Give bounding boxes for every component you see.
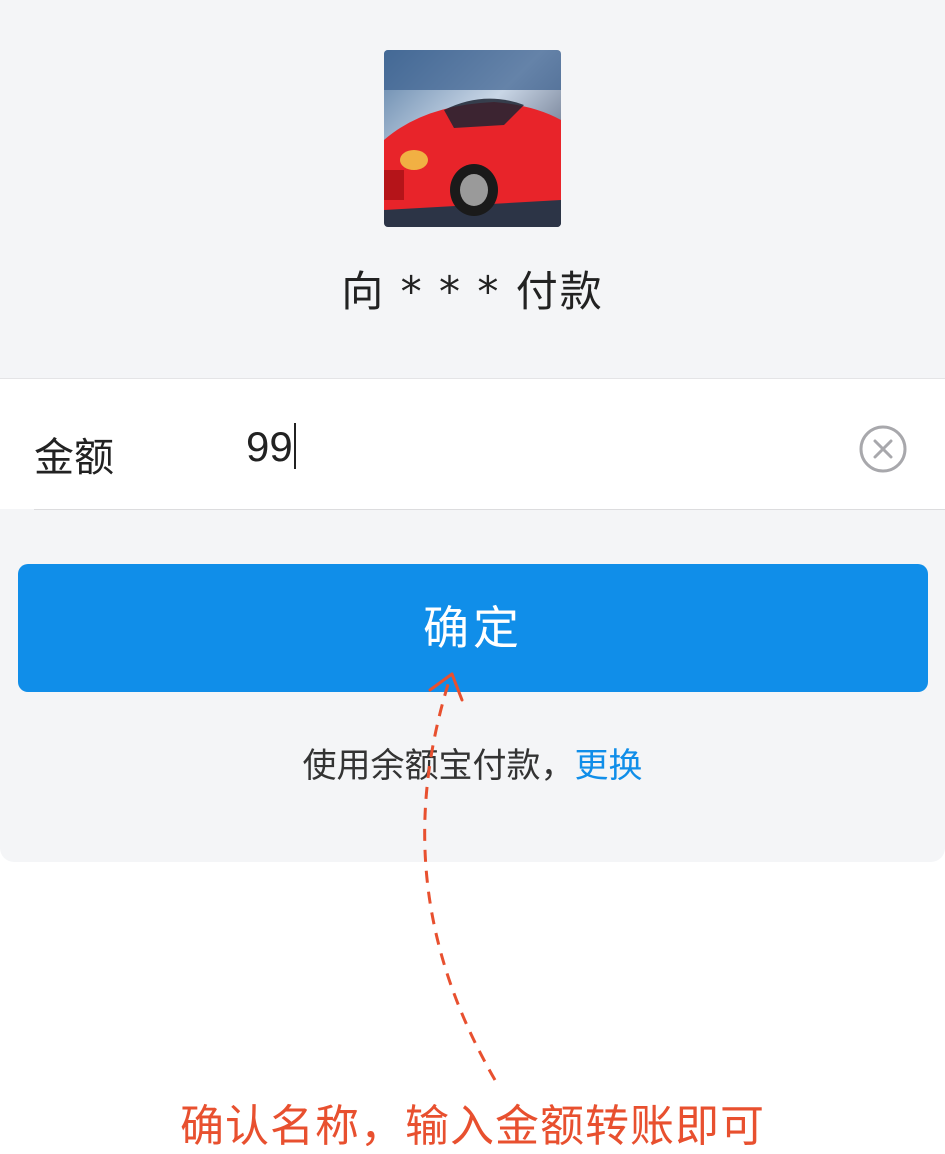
confirm-button[interactable]: 确定 [18,564,928,692]
payee-name: * * * [400,267,501,316]
payment-method-text: 使用余额宝付款， [302,746,575,786]
payment-method: 使用余额宝付款，更换 [0,738,945,787]
amount-value: 99 [246,423,293,470]
annotation-caption: 确认名称，输入金额转账即可 [180,1101,765,1152]
payee-prefix: 向 [341,267,386,316]
payee-title: 向 * * * 付款 [0,258,945,319]
payee-suffix: 付款 [515,267,604,316]
clear-button[interactable] [858,424,908,474]
amount-row: 金额 99 [0,378,945,510]
amount-input[interactable]: 99 [246,423,296,471]
clear-circle-icon [859,425,907,473]
text-caret [293,423,296,469]
row-divider [34,509,945,510]
payee-avatar [384,50,561,227]
payment-card: 向 * * * 付款 金额 99 确定 使用余额宝付款，更换 [0,0,945,862]
car-avatar-image [384,50,561,227]
change-payment-link[interactable]: 更换 [575,746,643,786]
amount-label: 金额 [34,435,114,481]
